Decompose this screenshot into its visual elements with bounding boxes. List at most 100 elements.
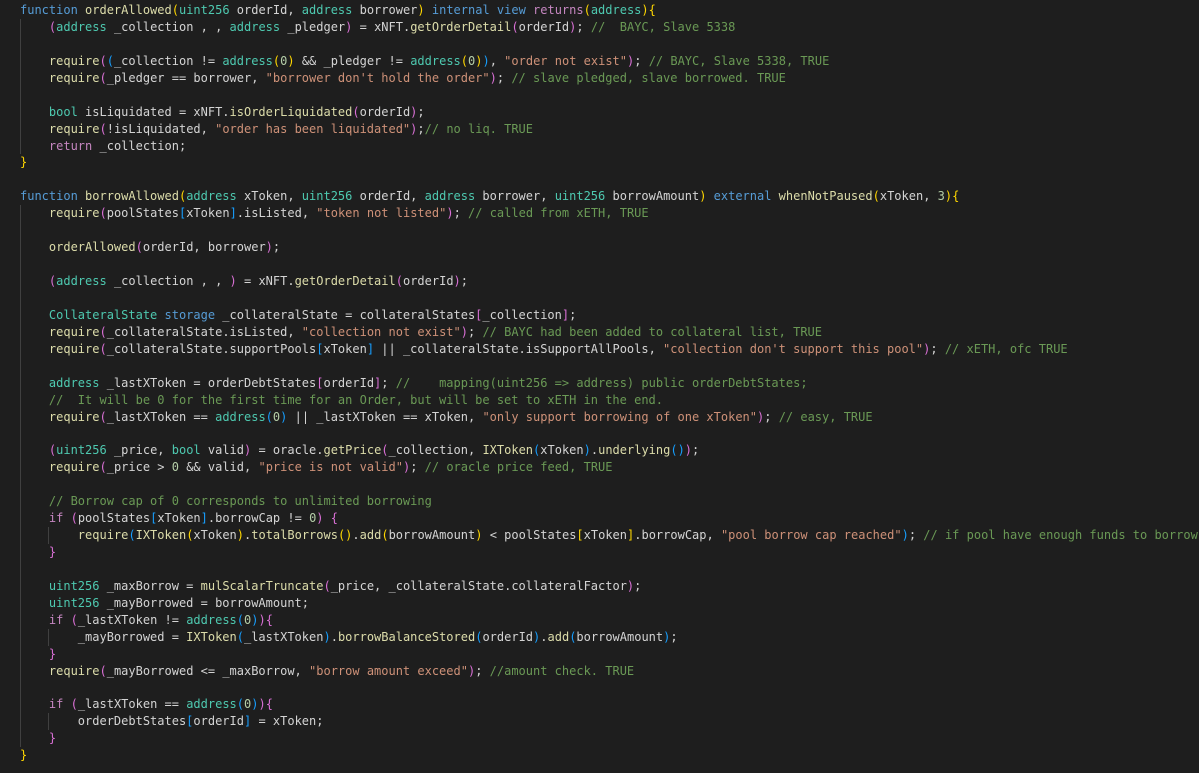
code-token: ( [70, 511, 78, 526]
code-line[interactable]: require(_mayBorrowed <= _maxBorrow, "bor… [0, 662, 1199, 680]
code-line[interactable]: orderDebtStates[orderId] = xToken; [0, 713, 1199, 731]
code-line[interactable] [0, 357, 1199, 375]
code-line[interactable] [0, 476, 1199, 494]
code-token: "only support borrowing of one xToken" [482, 409, 757, 424]
code-line[interactable]: require(!isLiquidated, "order has been l… [0, 120, 1199, 138]
code-line[interactable]: } [0, 730, 1199, 748]
indent-guide [20, 442, 21, 460]
code-line[interactable]: return _collection; [0, 137, 1199, 155]
code-line[interactable]: address _lastXToken = orderDebtStates[or… [0, 374, 1199, 392]
code-token: ( [511, 19, 519, 34]
code-line[interactable] [0, 222, 1199, 240]
code-line[interactable] [0, 425, 1199, 443]
indent-guide [20, 391, 21, 409]
code-token: require [48, 663, 100, 678]
code-token: // called from xETH, TRUE [468, 206, 649, 221]
code-token: "pool borrow cap reached" [720, 528, 902, 543]
code-token: . [330, 629, 338, 644]
indent-guide [20, 120, 21, 138]
code-line[interactable]: } [0, 747, 1199, 764]
indent-guide [20, 357, 21, 375]
code-line[interactable]: require(_collateralState.isListed, "coll… [0, 323, 1199, 341]
code-line[interactable]: // Borrow cap of 0 corresponds to unlimi… [0, 493, 1199, 511]
code-token: xToken, [879, 189, 938, 204]
code-line[interactable] [0, 86, 1199, 104]
code-token: orderId [482, 629, 534, 644]
code-token: _lastXToken == [106, 409, 216, 424]
code-line[interactable] [0, 289, 1199, 307]
code-token: address [590, 3, 642, 17]
code-line[interactable]: require(poolStates[xToken].isListed, "to… [0, 205, 1199, 223]
code-line[interactable]: _mayBorrowed = IXToken(_lastXToken).borr… [0, 628, 1199, 646]
code-line[interactable]: require(_collateralState.supportPools[xT… [0, 340, 1199, 358]
code-line[interactable]: uint256 _mayBorrowed = borrowAmount; [0, 594, 1199, 612]
code-token: ) [446, 206, 454, 221]
code-line[interactable]: CollateralState storage _collateralState… [0, 306, 1199, 324]
code-line[interactable]: if (_lastXToken != address(0)){ [0, 611, 1199, 629]
code-line[interactable]: } [0, 645, 1199, 663]
code-token: _collection [482, 307, 562, 322]
code-token: require [48, 121, 100, 136]
code-line[interactable] [0, 35, 1199, 53]
code-line[interactable]: if (_lastXToken == address(0)){ [0, 696, 1199, 714]
code-token: function [20, 3, 86, 17]
code-line[interactable]: (address _collection , , address _pledge… [0, 18, 1199, 36]
code-editor[interactable]: function orderAllowed (uint256 orderId, a… [0, 0, 1199, 773]
code-token: ( [99, 460, 107, 475]
indent-guide [20, 222, 21, 240]
code-token: && _pledger != [294, 53, 411, 68]
code-token: address [229, 19, 281, 34]
code-token: ) [460, 324, 468, 339]
code-line[interactable]: require(IXToken(xToken).totalBorrows().a… [0, 527, 1199, 544]
code-token: uint256 [56, 443, 107, 458]
code-token: { [330, 511, 338, 526]
code-line[interactable]: uint256 _maxBorrow = mulScalarTruncate(_… [0, 577, 1199, 595]
indent-guide [20, 137, 21, 155]
code-token: ; [569, 307, 577, 322]
code-line[interactable]: require((_collection != address(0) && _p… [0, 52, 1199, 70]
code-token: ; [930, 341, 945, 356]
code-token: 3 [937, 189, 945, 204]
indent-guide [48, 713, 49, 731]
code-token: require [48, 53, 100, 68]
indent-guide [20, 459, 21, 477]
indent-guide [20, 696, 21, 714]
code-line[interactable]: // It will be 0 for the first time for a… [0, 391, 1199, 409]
code-line[interactable] [0, 560, 1199, 578]
code-token: ( [135, 240, 143, 255]
code-token: bool [48, 104, 78, 119]
code-line[interactable]: } [0, 544, 1199, 561]
code-line[interactable]: orderAllowed(orderId, borrower); [0, 239, 1199, 257]
code-line[interactable]: function orderAllowed(uint256 orderId, a… [0, 2, 1199, 19]
code-token: ( [381, 443, 389, 458]
code-token: if [48, 511, 64, 526]
code-token: ; [576, 19, 591, 34]
code-token: //amount check. TRUE [489, 663, 635, 678]
code-line[interactable] [0, 679, 1199, 697]
code-line[interactable]: } [0, 154, 1199, 171]
code-line[interactable]: if (poolStates[xToken].borrowCap != 0) { [0, 510, 1199, 528]
code-line[interactable]: bool isLiquidated = xNFT.isOrderLiquidat… [0, 103, 1199, 121]
indent-guide [20, 52, 21, 70]
code-line[interactable]: function borrowAllowed (address xToken, u… [0, 188, 1199, 205]
code-token: _price, [106, 443, 172, 458]
indent-guide [20, 594, 21, 612]
code-token: isOrderLiquidated [229, 104, 353, 119]
code-line[interactable] [0, 171, 1199, 188]
code-token: xToken, [236, 189, 302, 204]
code-line[interactable]: (address _collection , , ) = xNFT.getOrd… [0, 273, 1199, 290]
code-line[interactable] [0, 256, 1199, 273]
code-token: ) [258, 697, 266, 712]
indent-guide [20, 560, 21, 578]
code-line[interactable]: require(_price > 0 && valid, "price is n… [0, 459, 1199, 477]
code-token: } [48, 731, 57, 746]
code-line[interactable]: require(_pledger == borrower, "borrower … [0, 69, 1199, 87]
code-token: mulScalarTruncate [200, 578, 324, 593]
code-token: uint256 [178, 3, 230, 17]
code-line[interactable]: (uint256 _price, bool valid) = oracle.ge… [0, 442, 1199, 460]
code-token: . [352, 528, 360, 543]
code-line[interactable]: require(_lastXToken == address(0) || _la… [0, 408, 1199, 426]
